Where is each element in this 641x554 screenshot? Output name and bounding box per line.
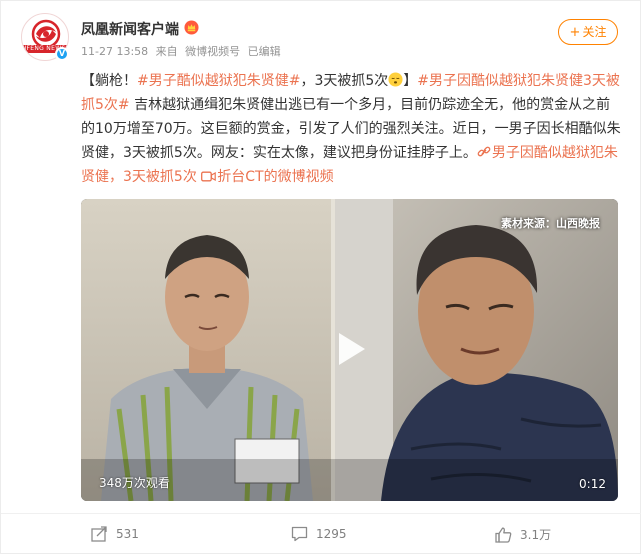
share-icon — [91, 526, 107, 542]
share-count: 531 — [116, 527, 139, 541]
edited-label: 已编辑 — [247, 45, 281, 58]
follow-label: 关注 — [582, 25, 607, 39]
link-icon — [477, 146, 491, 157]
video-source-tag: 素材来源：山西晚报 — [501, 217, 600, 230]
share-button[interactable]: 531 — [91, 526, 139, 542]
view-count: 348万次观看 — [99, 476, 170, 490]
like-count: 3.1万 — [520, 528, 552, 542]
sleepy-emoji-icon — [388, 72, 403, 87]
follow-button[interactable]: + 关注 — [558, 19, 618, 45]
thumbs-up-icon — [495, 527, 512, 543]
weibo-post-card: IFENG NEWS V 凤凰新闻客户端 11-27 13:58 来自 微博视频… — [0, 0, 641, 554]
vip-crown-icon — [184, 20, 199, 35]
post-time[interactable]: 11-27 13:58 — [81, 45, 148, 58]
video-camera-icon — [201, 171, 217, 182]
post-text-part: 】 — [403, 73, 418, 89]
video-player[interactable]: 素材来源：山西晚报 348万次观看 0:12 — [81, 199, 618, 501]
author-name[interactable]: 凤凰新闻客户端 — [81, 19, 179, 39]
action-bar: 531 1295 3.1万 — [1, 513, 641, 554]
post-text: 【躺枪！#男子酷似越狱犯朱贤健#，3天被抓5次 】#男子因酷似越狱犯朱贤健3天被抓… — [81, 69, 621, 189]
comment-button[interactable]: 1295 — [291, 526, 347, 542]
plus-icon: + — [569, 25, 581, 40]
post-source[interactable]: 微博视频号 — [185, 45, 240, 58]
comment-count: 1295 — [316, 527, 347, 541]
verified-icon: V — [55, 47, 69, 61]
post-text-part: 【躺枪！ — [81, 73, 137, 89]
video-link-text: 折台CT的微博视频 — [217, 169, 334, 185]
play-icon[interactable] — [327, 327, 371, 371]
topic-link[interactable]: #男子酷似越狱犯朱贤健# — [137, 73, 300, 89]
video-duration: 0:12 — [579, 477, 606, 491]
comment-icon — [291, 526, 308, 542]
from-label: 来自 — [155, 45, 178, 58]
video-link[interactable]: 折台CT的微博视频 — [201, 169, 334, 185]
like-button[interactable]: 3.1万 — [495, 526, 551, 543]
post-text-part: ，3天被抓5次 — [300, 73, 389, 89]
post-meta: 11-27 13:58 来自 微博视频号 已编辑 — [81, 43, 285, 59]
